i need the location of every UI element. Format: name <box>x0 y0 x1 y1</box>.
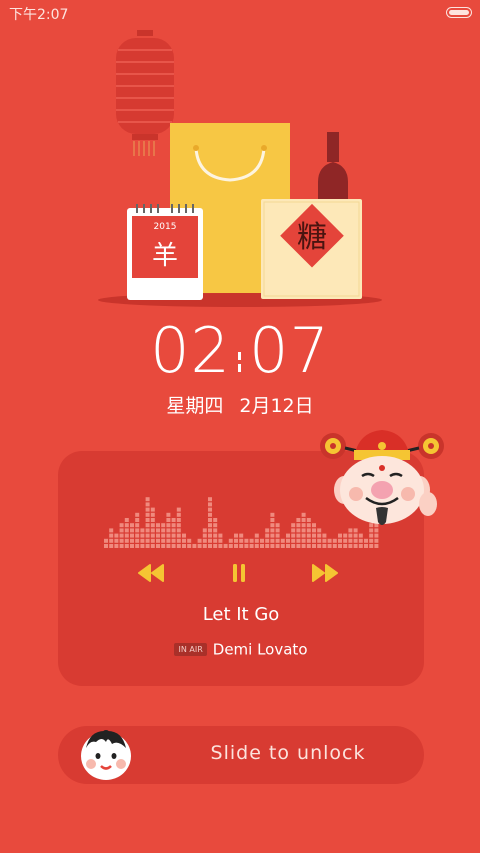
previous-button[interactable] <box>138 564 164 586</box>
date-day: 2月12日 <box>239 395 314 417</box>
eq-bar <box>197 538 202 548</box>
eq-bar <box>275 523 280 548</box>
eq-bar <box>228 538 233 548</box>
fast-forward-icon <box>312 564 338 582</box>
candy-box-icon: 糖 <box>261 199 362 299</box>
eq-bar <box>291 523 296 548</box>
eq-bar <box>176 507 181 548</box>
eq-bar <box>150 507 155 548</box>
lantern-icon <box>116 30 174 156</box>
eq-bar <box>156 523 160 548</box>
eq-bar <box>301 512 306 548</box>
eq-bar <box>270 512 275 548</box>
eq-bar <box>260 538 264 548</box>
artist-name: Demi Lovato <box>212 640 308 659</box>
in-air-badge: IN AIR <box>174 643 207 656</box>
eq-bar <box>104 538 108 548</box>
eq-bar <box>145 497 150 548</box>
eq-bar <box>218 533 223 548</box>
eq-bar <box>130 523 134 548</box>
eq-bar <box>286 533 290 548</box>
eq-bar <box>306 518 311 548</box>
eq-bar <box>161 523 166 548</box>
eq-bar <box>296 518 301 548</box>
eq-bar <box>114 533 119 548</box>
eq-bar <box>182 533 186 548</box>
eq-bar <box>208 497 212 548</box>
eq-bar <box>280 538 285 548</box>
slide-to-unlock-label: Slide to unlock <box>210 742 366 764</box>
candy-char: 糖 <box>297 220 327 255</box>
date-weekday: 星期四 <box>166 395 224 417</box>
clock-separator <box>231 318 249 384</box>
calendar-char: 羊 <box>152 241 178 271</box>
eq-bar <box>192 544 197 548</box>
god-of-wealth-icon[interactable] <box>318 428 448 538</box>
eq-bar <box>234 533 238 548</box>
battery-icon <box>446 7 472 18</box>
eq-bar <box>239 533 244 548</box>
clock-minutes: 07 <box>249 314 330 387</box>
eq-bar <box>332 538 337 548</box>
eq-bar <box>109 528 114 548</box>
eq-bar <box>187 538 192 548</box>
eq-bar <box>249 538 254 548</box>
eq-bar <box>166 512 171 548</box>
eq-bar <box>140 528 145 548</box>
calendar-icon: 2015 羊 <box>127 204 203 300</box>
eq-bar <box>135 512 140 548</box>
lock-clock: 02 07 <box>0 318 480 384</box>
eq-bar <box>202 528 207 548</box>
baby-face-slider-handle[interactable] <box>78 728 134 782</box>
playback-controls <box>138 564 338 588</box>
eq-bar <box>124 518 129 548</box>
unlock-slider[interactable]: Slide to unlock <box>58 726 424 784</box>
eq-bar <box>244 538 249 548</box>
next-button[interactable] <box>312 564 338 586</box>
eq-bar <box>119 523 124 548</box>
pause-icon <box>233 564 245 582</box>
eq-bar <box>364 538 368 548</box>
eq-bar <box>327 538 332 548</box>
song-title: Let It Go <box>202 604 280 625</box>
artist-row: IN AIR Demi Lovato <box>58 640 424 659</box>
eq-bar <box>213 518 218 548</box>
festival-illustration: 2015 羊 糖 <box>0 20 480 320</box>
lock-date: 星期四 2月12日 <box>0 391 480 418</box>
eq-bar <box>223 544 228 548</box>
eq-bar <box>265 528 270 548</box>
eq-bar <box>254 533 259 548</box>
pause-button[interactable] <box>232 564 246 586</box>
calendar-year: 2015 <box>154 222 177 232</box>
eq-bar <box>312 523 316 548</box>
clock-hours: 02 <box>150 314 231 387</box>
eq-bar <box>171 518 176 548</box>
rewind-icon <box>138 564 164 582</box>
